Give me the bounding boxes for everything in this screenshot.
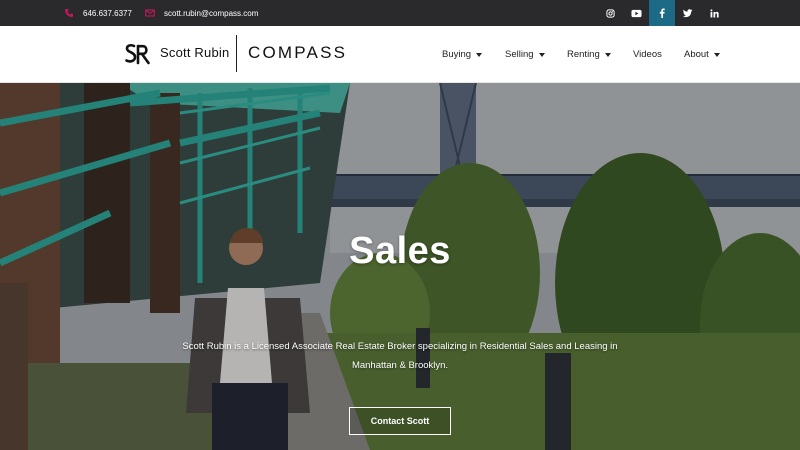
- nav-selling[interactable]: Selling: [505, 26, 545, 83]
- envelope-icon: [145, 9, 155, 17]
- compass-brand-logo[interactable]: COMPASS: [248, 43, 347, 63]
- nav-selling-label: Selling: [505, 49, 534, 60]
- phone-number: 646.637.6377: [83, 8, 132, 18]
- phone-icon: [65, 9, 73, 17]
- top-contact-bar: 646.637.6377 scott.rubin@compass.com: [0, 0, 800, 26]
- nav-videos[interactable]: Videos: [633, 26, 662, 83]
- nav-buying[interactable]: Buying: [442, 26, 483, 83]
- twitter-icon: [683, 8, 693, 17]
- linkedin-icon: [709, 8, 719, 17]
- instagram-icon: [605, 8, 615, 18]
- email-address: scott.rubin@compass.com: [164, 8, 259, 18]
- nav-about[interactable]: About: [684, 26, 720, 83]
- chevron-down-icon: [604, 53, 611, 57]
- site-header: Scott Rubin COMPASS Buying Selling Renti…: [0, 26, 800, 83]
- logo-divider: [236, 35, 237, 72]
- facebook-icon: [659, 8, 665, 18]
- sr-monogram-logo[interactable]: [125, 43, 151, 65]
- instagram-link[interactable]: [597, 0, 623, 26]
- hero-title: Sales: [349, 230, 451, 272]
- youtube-link[interactable]: [623, 0, 649, 26]
- linkedin-link[interactable]: [701, 0, 727, 26]
- twitter-link[interactable]: [675, 0, 701, 26]
- phone-contact[interactable]: 646.637.6377: [64, 0, 132, 26]
- hero-section: Sales Scott Rubin is a Licensed Associat…: [0, 83, 800, 450]
- nav-renting-label: Renting: [567, 49, 600, 60]
- chevron-down-icon: [713, 53, 720, 57]
- chevron-down-icon: [476, 53, 483, 57]
- nav-videos-label: Videos: [633, 49, 662, 60]
- facebook-link[interactable]: [649, 0, 675, 26]
- agent-name-logo[interactable]: Scott Rubin: [160, 45, 229, 60]
- nav-renting[interactable]: Renting: [567, 26, 611, 83]
- hero-description: Scott Rubin is a Licensed Associate Real…: [182, 341, 618, 371]
- email-contact[interactable]: scott.rubin@compass.com: [145, 0, 258, 26]
- nav-buying-label: Buying: [442, 49, 472, 60]
- contact-scott-button[interactable]: Contact Scott: [349, 407, 451, 435]
- youtube-icon: [630, 9, 642, 17]
- nav-about-label: About: [684, 49, 709, 60]
- chevron-down-icon: [538, 53, 545, 57]
